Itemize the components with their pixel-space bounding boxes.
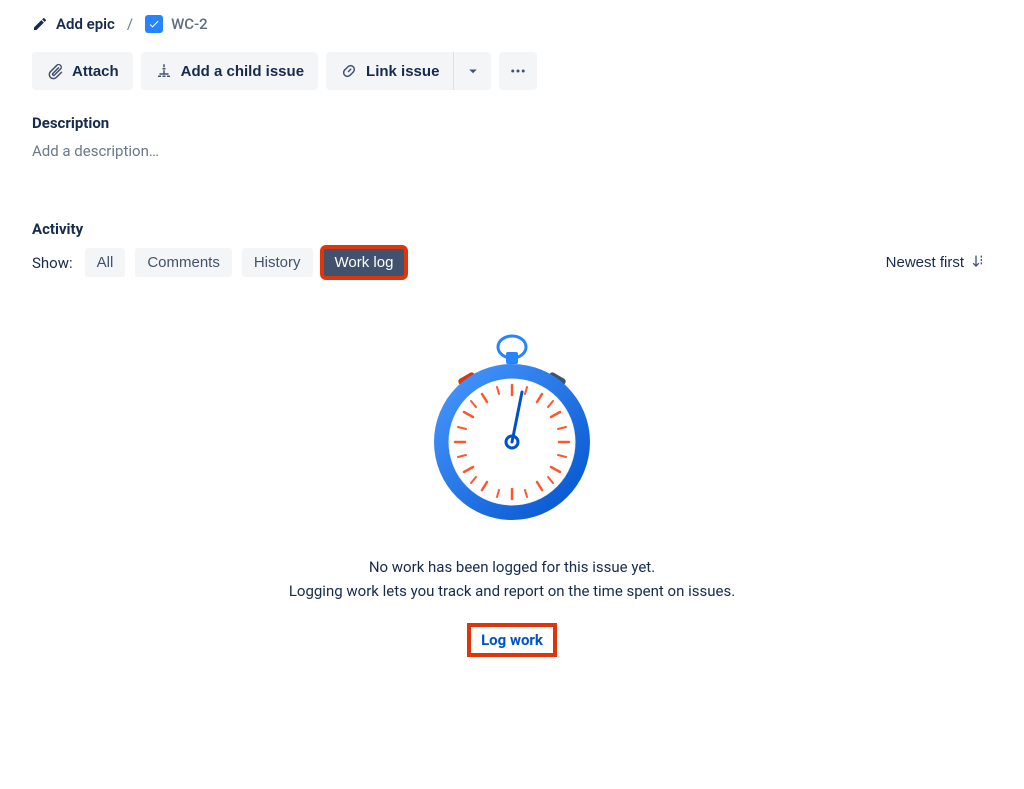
- pencil-icon: [32, 16, 48, 32]
- tab-comments[interactable]: Comments: [135, 248, 232, 277]
- tab-all[interactable]: All: [85, 248, 126, 277]
- worklog-empty-state: No work has been logged for this issue y…: [32, 327, 992, 657]
- chevron-down-icon: [464, 62, 482, 80]
- child-label: Add a child issue: [181, 63, 304, 80]
- issue-toolbar: Attach Add a child issue Link issue: [32, 52, 992, 90]
- stopwatch-illustration: [427, 327, 597, 531]
- more-icon: [509, 62, 527, 80]
- link-issue-button[interactable]: Link issue: [326, 52, 453, 90]
- issue-key-link[interactable]: WC-2: [145, 15, 208, 33]
- sort-label: Newest first: [886, 254, 964, 271]
- empty-line2: Logging work lets you track and report o…: [289, 582, 735, 600]
- breadcrumb: Add epic / WC-2: [32, 8, 992, 40]
- show-label: Show:: [32, 254, 73, 272]
- attach-label: Attach: [72, 63, 119, 80]
- hierarchy-icon: [155, 62, 173, 80]
- add-child-button[interactable]: Add a child issue: [141, 52, 318, 90]
- add-epic-link[interactable]: Add epic: [32, 15, 115, 33]
- link-icon: [340, 62, 358, 80]
- breadcrumb-separator: /: [127, 15, 133, 33]
- attach-button[interactable]: Attach: [32, 52, 133, 90]
- empty-state-text: No work has been logged for this issue y…: [289, 555, 735, 603]
- issue-type-icon: [145, 15, 163, 33]
- attachment-icon: [46, 62, 64, 80]
- empty-line1: No work has been logged for this issue y…: [369, 558, 655, 576]
- issue-key-label: WC-2: [171, 15, 208, 33]
- more-actions-button[interactable]: [499, 52, 537, 90]
- add-epic-label: Add epic: [56, 15, 115, 33]
- link-issue-split-button: Link issue: [326, 52, 491, 90]
- link-issue-dropdown[interactable]: [453, 52, 491, 90]
- sort-button[interactable]: Newest first: [880, 252, 992, 274]
- tab-worklog[interactable]: Work log: [323, 248, 406, 277]
- link-label: Link issue: [366, 63, 439, 80]
- description-heading: Description: [32, 114, 992, 132]
- sort-icon: [970, 253, 986, 273]
- tab-history[interactable]: History: [242, 248, 313, 277]
- log-work-button[interactable]: Log work: [467, 623, 557, 657]
- activity-heading: Activity: [32, 220, 992, 238]
- activity-tabs: Show: All Comments History Work log: [32, 248, 405, 277]
- description-input[interactable]: Add a description…: [32, 142, 992, 160]
